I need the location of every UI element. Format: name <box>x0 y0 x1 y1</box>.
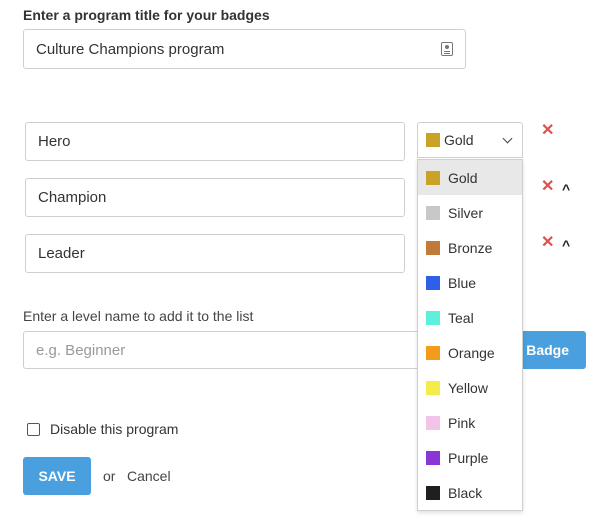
remove-level-champion-icon[interactable]: ✕ <box>541 179 554 195</box>
color-option-label: Gold <box>448 169 478 186</box>
color-option-label: Silver <box>448 204 484 221</box>
color-swatch <box>426 450 440 465</box>
color-swatch <box>426 485 440 500</box>
color-swatch <box>426 205 440 220</box>
color-option-label: Black <box>448 484 483 501</box>
color-option-yellow[interactable]: Yellow <box>418 370 522 405</box>
color-select[interactable]: Gold <box>417 122 523 158</box>
program-title-input[interactable]: Culture Champions program <box>23 29 466 69</box>
color-swatch <box>426 275 440 290</box>
color-option-label: Yellow <box>448 379 488 396</box>
color-swatch <box>426 240 440 255</box>
color-option-label: Bronze <box>448 239 493 256</box>
color-swatch <box>426 345 440 360</box>
color-swatch <box>426 170 440 185</box>
program-title-value: Culture Champions program <box>36 40 225 58</box>
color-option-label: Blue <box>448 274 477 291</box>
disable-program-row[interactable]: Disable this program <box>27 421 178 437</box>
move-up-leader-icon[interactable]: ^ <box>562 238 570 252</box>
disable-program-label: Disable this program <box>50 421 179 437</box>
color-option-blue[interactable]: Blue <box>418 265 522 300</box>
color-option-pink[interactable]: Pink <box>418 405 522 440</box>
color-option-bronze[interactable]: Bronze <box>418 230 522 265</box>
color-option-silver[interactable]: Silver <box>418 195 522 230</box>
color-option-label: Purple <box>448 449 489 466</box>
color-dropdown-list: Gold Silver Bronze Blue Teal Orange Yellow Pink… <box>417 159 523 511</box>
remove-level-leader-icon[interactable]: ✕ <box>541 235 554 251</box>
id-card-icon <box>441 42 453 56</box>
color-option-black[interactable]: Black <box>418 475 522 510</box>
color-option-label: Orange <box>448 344 495 361</box>
color-option-label: Pink <box>448 414 476 431</box>
program-title-label: Enter a program title for your badges <box>23 7 270 23</box>
selected-color-label: Gold <box>444 132 474 148</box>
add-level-label: Enter a level name to add it to the list <box>23 308 254 324</box>
level-input-champion[interactable]: Champion <box>25 178 405 217</box>
color-swatch <box>426 380 440 395</box>
color-swatch <box>426 415 440 430</box>
color-option-gold[interactable]: Gold <box>418 160 522 195</box>
remove-level-hero-icon[interactable]: ✕ <box>541 123 554 139</box>
cancel-link[interactable]: Cancel <box>127 468 171 484</box>
color-option-orange[interactable]: Orange <box>418 335 522 370</box>
level-input-hero[interactable]: Hero <box>25 122 405 161</box>
color-option-teal[interactable]: Teal <box>418 300 522 335</box>
color-option-label: Teal <box>448 309 474 326</box>
move-up-champion-icon[interactable]: ^ <box>562 182 570 196</box>
color-swatch <box>426 310 440 325</box>
color-option-purple[interactable]: Purple <box>418 440 522 475</box>
new-level-input[interactable] <box>23 331 443 369</box>
chevron-down-icon <box>502 133 513 144</box>
new-level-field[interactable] <box>36 341 430 359</box>
level-input-leader[interactable]: Leader <box>25 234 405 273</box>
selected-color-swatch <box>426 133 440 147</box>
disable-program-checkbox[interactable] <box>27 422 40 436</box>
or-text: or <box>103 468 116 484</box>
save-button[interactable]: SAVE <box>23 457 91 495</box>
